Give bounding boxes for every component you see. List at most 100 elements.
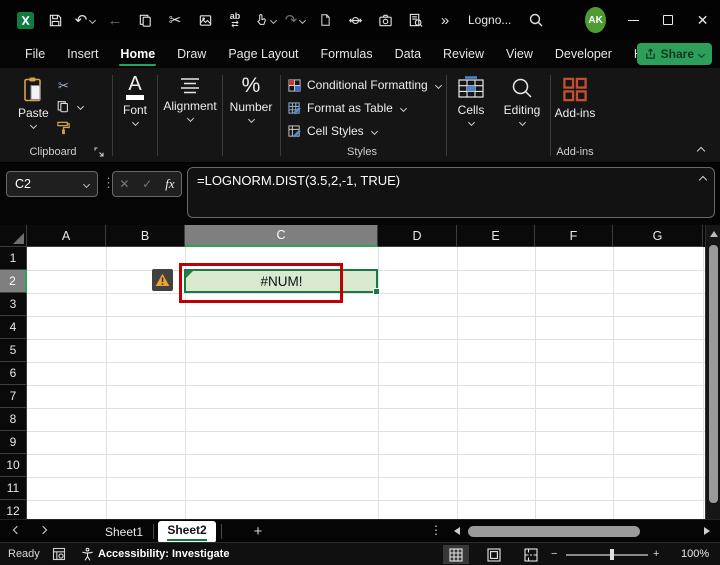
sheet-tab-sheet2[interactable]: Sheet2 [158,521,216,543]
zoom-out-button[interactable]: − [551,543,557,565]
zoom-slider-track[interactable] [566,554,648,556]
zoom-in-button[interactable]: + [653,543,659,565]
add-sheet-button[interactable]: + [248,520,268,543]
print-preview-icon[interactable] [404,8,426,32]
collapse-ribbon-icon[interactable] [696,146,706,156]
maximize-button[interactable] [651,0,686,40]
row-header-11[interactable]: 11 [0,477,27,500]
fill-handle[interactable] [373,288,380,295]
prev-sheet-icon[interactable] [12,525,22,535]
chevron-down-icon[interactable] [399,104,407,112]
column-header-f[interactable]: F [535,225,613,247]
cancel-button[interactable]: ✕ [119,177,129,191]
scroll-right-icon[interactable] [704,527,710,535]
camera-icon[interactable] [374,8,396,32]
column-header-g[interactable]: G [613,225,703,247]
tab-insert[interactable]: Insert [56,40,109,68]
find-replace-icon[interactable]: ab ⇄ [224,8,246,32]
accessibility-status[interactable]: Accessibility: Investigate [98,543,229,565]
tab-home[interactable]: Home [109,40,166,68]
row-header-9[interactable]: 9 [0,431,27,454]
chevron-down-icon[interactable] [82,180,91,188]
addins-button[interactable]: Add-ins [552,76,598,120]
minimize-button[interactable] [616,0,651,40]
touch-mode-button[interactable] [254,8,278,32]
font-group-button[interactable]: A Font [114,74,156,127]
tab-developer[interactable]: Developer [544,40,623,68]
tab-view[interactable]: View [495,40,544,68]
horizontal-scrollbar[interactable] [452,523,712,540]
name-box[interactable]: C2 [6,171,98,197]
tab-review[interactable]: Review [432,40,495,68]
column-header-e[interactable]: E [457,225,535,247]
row-header-3[interactable]: 3 [0,293,27,316]
row-header-12[interactable]: 12 [0,500,27,519]
row-header-2[interactable]: 2 [0,270,27,293]
error-trace-button[interactable] [152,269,173,291]
tab-page-layout[interactable]: Page Layout [217,40,309,68]
tab-file[interactable]: File [14,40,56,68]
page-layout-view-button[interactable] [481,545,507,564]
column-header-b[interactable]: B [106,225,185,247]
zoom-level[interactable]: 100% [681,543,709,565]
row-header-7[interactable]: 7 [0,385,27,408]
picture-icon[interactable] [194,8,216,32]
chevron-down-icon[interactable] [76,102,85,111]
new-document-icon[interactable] [314,8,336,32]
search-icon[interactable] [525,8,547,32]
formula-input[interactable]: =LOGNORM.DIST(3.5,2,-1, TRUE) [187,167,715,218]
scroll-left-icon[interactable] [454,527,460,535]
chevron-down-icon[interactable] [269,16,278,24]
chevron-down-icon[interactable] [370,127,378,135]
macro-record-icon[interactable] [52,543,66,565]
format-as-table-button[interactable]: Format as Table [288,101,407,115]
horizontal-scrollbar-thumb[interactable] [468,526,640,537]
sheet-options-icon[interactable]: ⋮ [430,523,442,537]
undo-button[interactable]: ↶ [74,8,97,32]
row-header-8[interactable]: 8 [0,408,27,431]
format-painter-icon[interactable] [56,120,71,136]
save-icon[interactable] [44,8,66,32]
number-group-button[interactable]: % Number [224,74,278,124]
tab-draw[interactable]: Draw [166,40,217,68]
chevron-down-icon[interactable] [186,114,194,123]
cells-group-button[interactable]: Cells [448,76,494,127]
column-header-d[interactable]: D [378,225,457,247]
cut-icon[interactable]: ✂ [164,8,186,32]
row-header-4[interactable]: 4 [0,316,27,339]
dialog-launcher-icon[interactable] [94,147,104,157]
cell-styles-button[interactable]: Cell Styles [288,124,378,138]
sheet-tab-sheet1[interactable]: Sheet1 [100,520,148,543]
select-all-corner[interactable] [0,225,27,247]
conditional-formatting-button[interactable]: Conditional Formatting [288,78,442,92]
close-button[interactable]: ✕ [685,0,720,40]
avatar[interactable]: AK [585,7,606,33]
row-header-5[interactable]: 5 [0,339,27,362]
scroll-up-icon[interactable] [709,231,718,237]
page-break-preview-button[interactable] [518,545,544,564]
share-button[interactable]: Share [636,43,712,65]
chevron-down-icon[interactable] [518,118,526,127]
next-sheet-icon[interactable] [38,525,48,535]
copy-icon[interactable] [56,99,70,114]
quick-print-icon[interactable] [344,8,366,32]
column-header-c[interactable]: C [185,225,378,247]
chevron-down-icon[interactable] [247,116,255,124]
paste-button[interactable]: Paste [18,76,49,130]
row-header-6[interactable]: 6 [0,362,27,385]
row-header-10[interactable]: 10 [0,454,27,477]
tab-data[interactable]: Data [384,40,432,68]
column-header-a[interactable]: A [27,225,106,247]
more-commands-icon[interactable]: » [434,8,456,32]
chevron-down-icon[interactable] [89,16,97,24]
alignment-group-button[interactable]: Alignment [159,76,221,123]
zoom-slider-thumb[interactable] [610,549,614,560]
accessibility-icon[interactable] [80,543,95,565]
tab-formulas[interactable]: Formulas [310,40,384,68]
row-header-1[interactable]: 1 [0,247,27,270]
insert-function-button[interactable]: fx [165,176,174,192]
vertical-scrollbar[interactable] [705,225,720,519]
vertical-scrollbar-thumb[interactable] [709,245,718,503]
normal-view-button[interactable] [443,545,469,564]
chevron-down-icon[interactable] [29,121,37,130]
